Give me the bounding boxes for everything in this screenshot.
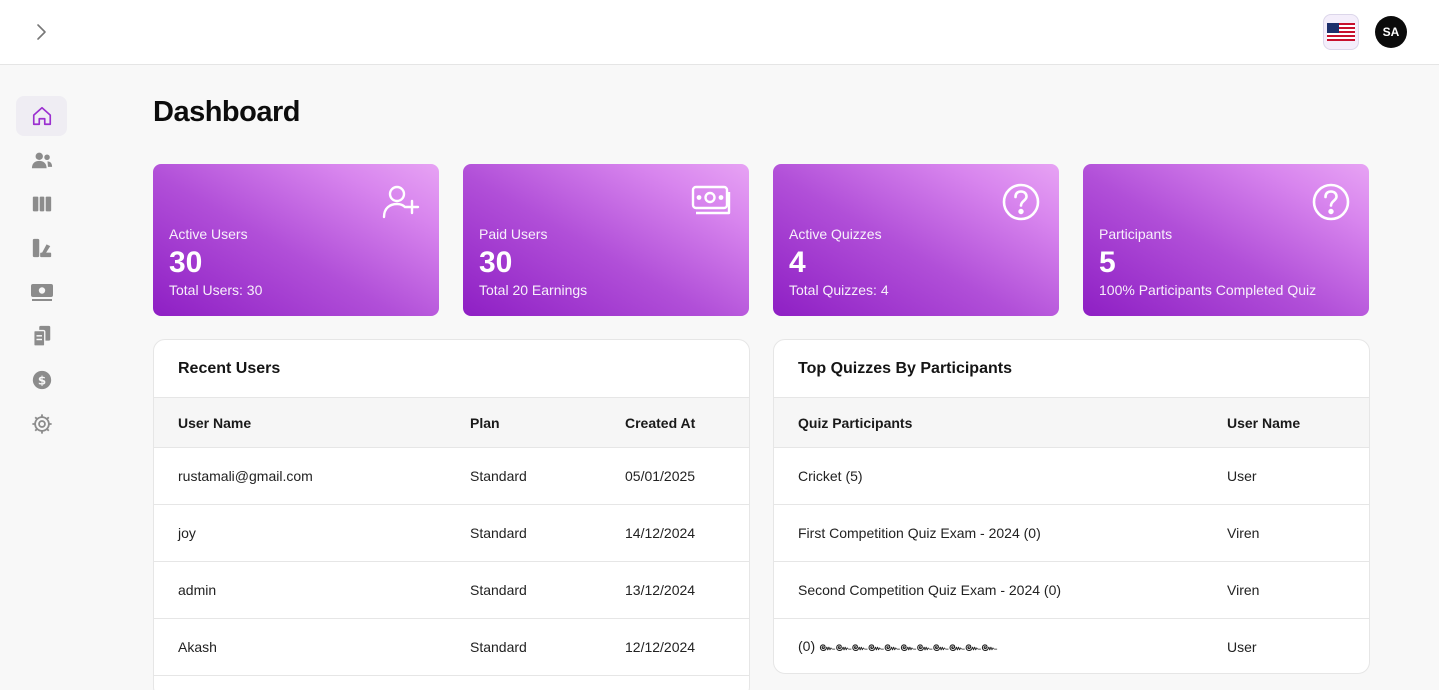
sidebar-item-home[interactable] xyxy=(16,96,67,136)
user-name-cell: Viren xyxy=(1227,504,1369,562)
home-icon xyxy=(32,106,51,126)
table-row[interactable]: (0) ๛๛๛๛๛๛๛๛๛๛๛ User xyxy=(774,619,1369,674)
dollar-icon: $ xyxy=(32,370,51,390)
user-name-cell: admin xyxy=(154,561,470,619)
plan-cell: Standard xyxy=(470,618,625,676)
stat-card-participants: Participants 5 100% Participants Complet… xyxy=(1083,164,1369,316)
top-quizzes-panel: Top Quizzes By Participants Quiz Partici… xyxy=(773,339,1370,674)
sidebar-item-settings[interactable] xyxy=(16,404,67,444)
columns-icon xyxy=(32,196,51,212)
table-header-row: Quiz Participants User Name xyxy=(774,397,1369,448)
question-icon xyxy=(1312,183,1350,221)
column-header-created-at[interactable]: Created At xyxy=(625,397,749,448)
money-icon xyxy=(691,185,731,215)
quiz-cell: First Competition Quiz Exam - 2024 (0) xyxy=(774,504,1227,562)
stat-card-paid-users: Paid Users 30 Total 20 Earnings xyxy=(463,164,749,316)
stat-value: 5 xyxy=(1099,246,1116,279)
created-at-cell: 14/12/2024 xyxy=(625,504,749,562)
table-row[interactable]: admin Standard 13/12/2024 xyxy=(154,561,749,619)
stat-label: Active Quizzes xyxy=(789,226,882,242)
settings-icon xyxy=(31,414,52,434)
sidebar-item-billing[interactable]: $ xyxy=(16,360,67,400)
table-row[interactable]: Akash Standard 12/12/2024 xyxy=(154,618,749,676)
sidebar: $ xyxy=(0,65,84,690)
table-row[interactable]: Second Competition Quiz Exam - 2024 (0) … xyxy=(774,561,1369,619)
column-header-user-name[interactable]: User Name xyxy=(1227,397,1369,448)
user-name-cell: joy xyxy=(154,504,470,562)
svg-text:$: $ xyxy=(37,374,45,388)
column-header-quiz-participants[interactable]: Quiz Participants xyxy=(774,397,1227,448)
plan-cell: Standard xyxy=(470,447,625,505)
chevron-right-icon xyxy=(37,24,46,40)
table-row[interactable]: First Competition Quiz Exam - 2024 (0) V… xyxy=(774,504,1369,562)
sidebar-item-payments[interactable] xyxy=(16,272,67,312)
language-button[interactable] xyxy=(1323,14,1359,50)
sidebar-toggle-button[interactable] xyxy=(28,19,54,45)
sidebar-item-users[interactable] xyxy=(16,140,67,180)
created-at-cell: 13/12/2024 xyxy=(625,561,749,619)
user-name-cell: Akash xyxy=(154,618,470,676)
quiz-cell: (0) ๛๛๛๛๛๛๛๛๛๛๛ xyxy=(798,638,998,655)
stat-subtext: Total Users: 30 xyxy=(169,282,263,298)
plan-cell: Standard xyxy=(470,561,625,619)
stat-card-active-quizzes: Active Quizzes 4 Total Quizzes: 4 xyxy=(773,164,1059,316)
user-name-cell: User xyxy=(1227,639,1257,656)
column-header-plan[interactable]: Plan xyxy=(470,397,625,448)
page-title: Dashboard xyxy=(153,96,300,128)
recent-users-panel: Recent Users User Name Plan Created At r… xyxy=(153,339,750,690)
stat-label: Participants xyxy=(1099,226,1173,242)
table-row[interactable]: rustamali@gmail.com Standard 05/01/2025 xyxy=(154,447,749,505)
user-name-cell: rustamali@gmail.com xyxy=(154,447,470,505)
stat-subtext: 100% Participants Completed Quiz xyxy=(1099,282,1317,298)
panel-title: Top Quizzes By Participants xyxy=(798,360,1012,377)
table-row[interactable]: joy Standard 14/12/2024 xyxy=(154,504,749,562)
plan-cell: Standard xyxy=(470,504,625,562)
quiz-cell: Second Competition Quiz Exam - 2024 (0) xyxy=(774,561,1227,619)
recent-users-table: User Name Plan Created At rustamali@gmai… xyxy=(154,397,749,676)
panel-title: Recent Users xyxy=(178,360,281,377)
table-header-row: User Name Plan Created At xyxy=(154,397,749,448)
sidebar-item-documents[interactable] xyxy=(16,316,67,356)
question-icon xyxy=(1002,183,1040,221)
users-icon xyxy=(31,152,52,169)
user-plus-icon xyxy=(382,185,420,219)
created-at-cell: 05/01/2025 xyxy=(625,447,749,505)
swatches-icon xyxy=(32,238,51,258)
us-flag-icon xyxy=(1327,23,1355,41)
avatar[interactable]: SA xyxy=(1375,16,1407,48)
documents-icon xyxy=(32,325,50,347)
stat-subtext: Total Quizzes: 4 xyxy=(789,282,889,298)
table-row[interactable]: Cricket (5) User xyxy=(774,447,1369,505)
created-at-cell: 12/12/2024 xyxy=(625,618,749,676)
stat-subtext: Total 20 Earnings xyxy=(479,282,588,298)
money-icon xyxy=(30,284,53,301)
stat-card-active-users: Active Users 30 Total Users: 30 xyxy=(153,164,439,316)
top-bar: SA xyxy=(0,0,1439,65)
column-header-user-name[interactable]: User Name xyxy=(154,397,470,448)
sidebar-item-swatches[interactable] xyxy=(16,228,67,268)
stat-value: 30 xyxy=(169,246,203,279)
stat-value: 30 xyxy=(479,246,513,279)
user-name-cell: Viren xyxy=(1227,561,1369,619)
sidebar-item-columns[interactable] xyxy=(16,184,67,224)
quiz-cell: Cricket (5) xyxy=(774,447,1227,505)
stat-value: 4 xyxy=(789,246,806,279)
top-quizzes-table: Quiz Participants User Name Cricket (5) … xyxy=(774,397,1369,674)
user-name-cell: User xyxy=(1227,447,1369,505)
stat-label: Paid Users xyxy=(479,226,548,242)
stat-label: Active Users xyxy=(169,226,248,242)
